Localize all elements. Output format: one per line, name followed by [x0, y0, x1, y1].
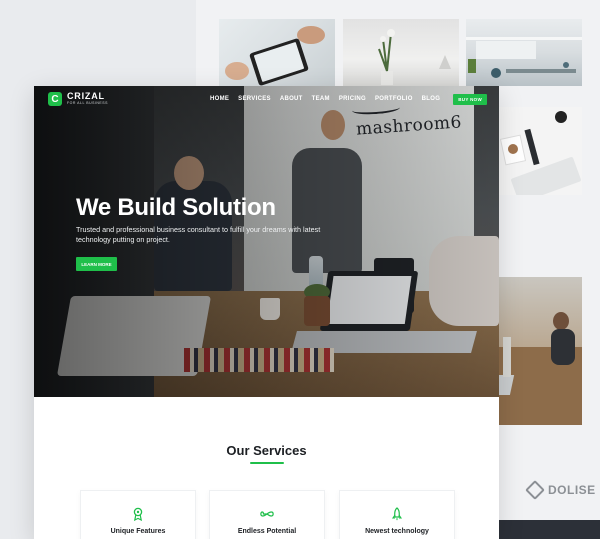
nav-services[interactable]: SERVICES	[238, 96, 271, 102]
services-title: Our Services	[226, 443, 307, 458]
brand-tagline: FOR ALL BUSINESS	[67, 101, 108, 106]
rocket-icon	[390, 507, 404, 521]
plant-photo-tile	[343, 19, 459, 86]
office-photo-tile	[466, 19, 582, 86]
feature-label: Endless Potential	[237, 528, 297, 535]
nav-blog[interactable]: BLOG	[422, 96, 441, 102]
feature-card-newest[interactable]: Newest technology	[339, 490, 455, 539]
services-title-underline	[250, 462, 284, 464]
meeting-photo-tile	[499, 277, 582, 425]
feature-label: Newest technology	[365, 528, 429, 535]
nav-about[interactable]: ABOUT	[280, 96, 303, 102]
nav-pricing[interactable]: PRICING	[339, 96, 366, 102]
hero-section: mashroom6 C CRIZAL FOR ALL BUSINESS HOM	[34, 86, 499, 397]
brand-name: CRIZAL	[67, 91, 105, 102]
footer-strip	[499, 520, 600, 539]
nav-team[interactable]: TEAM	[312, 96, 330, 102]
nav-home[interactable]: HOME	[210, 96, 229, 102]
infinity-icon	[260, 507, 274, 521]
feature-card-endless[interactable]: Endless Potential	[209, 490, 325, 539]
tablet-photo-tile	[219, 19, 335, 86]
nav-portfolio[interactable]: PORTFOLIO	[375, 96, 413, 102]
award-icon	[131, 507, 145, 521]
brand-logo-text: CRIZAL FOR ALL BUSINESS	[67, 92, 108, 106]
dolise-logo-icon	[525, 480, 545, 500]
dolise-logo-text: DOLISE	[548, 483, 596, 497]
feature-card-unique[interactable]: Unique Features	[80, 490, 196, 539]
website-preview: mashroom6 C CRIZAL FOR ALL BUSINESS HOM	[34, 86, 499, 539]
hero-title: We Build Solution	[76, 194, 276, 221]
hero-subtitle: Trusted and professional business consul…	[76, 225, 321, 244]
brand-logo-icon: C	[48, 92, 62, 106]
brand-logo[interactable]: C CRIZAL FOR ALL BUSINESS	[48, 92, 108, 106]
desk-photo-tile	[499, 107, 582, 195]
top-navigation: C CRIZAL FOR ALL BUSINESS HOME SERVICES …	[34, 86, 499, 112]
partner-logo-dolise: DOLISE	[525, 480, 596, 500]
main-menu: HOME SERVICES ABOUT TEAM PRICING PORTFOL…	[210, 93, 487, 105]
feature-label: Unique Features	[110, 528, 166, 535]
buy-now-button[interactable]: BUY NOW	[453, 93, 487, 105]
learn-more-button[interactable]: LEARN MORE	[76, 257, 117, 271]
